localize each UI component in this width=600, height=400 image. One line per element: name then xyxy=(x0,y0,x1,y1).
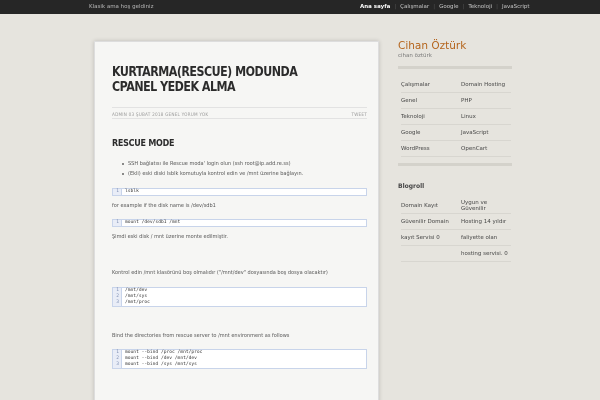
list-item: SSH bağlatısı ile Rescue moda' login olu… xyxy=(122,161,303,167)
code-block: 1 lsblk xyxy=(112,188,367,196)
blogroll-link[interactable]: Domain Kayıt xyxy=(401,203,461,209)
post-title[interactable]: KURTARMA(RESCUE) MODUNDA CPANEL YEDEK AL… xyxy=(112,65,317,95)
divider xyxy=(398,66,512,69)
category-link[interactable]: Teknoloji xyxy=(401,114,461,120)
code-line: 1 lsblk xyxy=(113,189,366,195)
category-list: Çalışmalar Domain Hosting Genel PHP Tekn… xyxy=(401,77,511,157)
blogroll-title: Blogroll xyxy=(398,183,425,190)
top-nav: Ana sayfa | Çalışmalar | Google | Teknol… xyxy=(360,4,530,10)
post-meta: ADMIN 03 ŞUBAT 2018 GENEL YORUM YOK TWEE… xyxy=(112,107,367,117)
category-link[interactable]: OpenCart xyxy=(461,146,511,152)
category-link[interactable]: Genel xyxy=(401,98,461,104)
blogroll-link[interactable]: kayıt Servisi 0 xyxy=(401,235,461,241)
nav-teknoloji[interactable]: Teknoloji xyxy=(468,4,492,10)
blogroll-link[interactable]: faliyette olan xyxy=(461,235,511,241)
divider xyxy=(398,163,512,166)
code-block: 1 mount --bind /proc /mnt/proc 2 mount --b… xyxy=(112,349,367,369)
blogroll-link[interactable]: Uygun ve Güvenilir xyxy=(461,200,511,212)
category-link[interactable]: Çalışmalar xyxy=(401,82,461,88)
nav-javascript[interactable]: JavaScript xyxy=(502,4,530,10)
list-item: Google JavaScript xyxy=(401,125,511,141)
blogroll-link[interactable]: hosting servisi. 0 xyxy=(461,251,511,257)
site-tagline: Klasik ama hoş geldiniz xyxy=(89,4,154,10)
code-line: 3 mount --bind /sys /mnt/sys xyxy=(113,362,366,368)
list-item: (Ekli) eski diski lsblk komutuyla kontro… xyxy=(122,171,303,177)
category-link[interactable]: WordPress xyxy=(401,146,461,152)
category-link[interactable]: Google xyxy=(401,130,461,136)
nav-calismalar[interactable]: Çalışmalar xyxy=(400,4,429,10)
paragraph: Şimdi eski disk / mnt üzerine monte edil… xyxy=(112,234,228,240)
list-item: Çalışmalar Domain Hosting xyxy=(401,77,511,93)
list-item: Domain Kayıt Uygun ve Güvenilir xyxy=(401,198,511,214)
section-title: RESCUE MODE xyxy=(112,138,175,149)
list-item: hosting servisi. 0 xyxy=(401,246,511,262)
post-meta-text: ADMIN 03 ŞUBAT 2018 GENEL YORUM YOK xyxy=(112,112,209,117)
divider xyxy=(112,118,367,119)
code-line: 3/mnt/proc xyxy=(113,300,366,306)
category-link[interactable]: PHP xyxy=(461,98,511,104)
tweet-button[interactable]: TWEET xyxy=(351,112,367,117)
list-item: Güvenilir Domain Hosting 14 yıldır xyxy=(401,214,511,230)
bullet-list: SSH bağlatısı ile Rescue moda' login olu… xyxy=(122,161,303,181)
site-subtitle: cihan öztürk xyxy=(398,53,432,59)
nav-home[interactable]: Ana sayfa xyxy=(360,4,390,10)
post-card: KURTARMA(RESCUE) MODUNDA CPANEL YEDEK AL… xyxy=(94,41,379,400)
code-block: 1/mnt/dev 2/mnt/sys 3/mnt/proc xyxy=(112,287,367,307)
blogroll-link[interactable]: Güvenilir Domain xyxy=(401,219,461,225)
paragraph: Kontrol edin /mnt klasörünü boş olmalıdı… xyxy=(112,270,328,276)
paragraph: Bind the directories from rescue server … xyxy=(112,333,290,339)
list-item: kayıt Servisi 0 faliyette olan xyxy=(401,230,511,246)
paragraph: for example if the disk name is /dev/sdb… xyxy=(112,203,216,209)
category-link[interactable]: JavaScript xyxy=(461,130,511,136)
blogroll-link[interactable]: Hosting 14 yıldır xyxy=(461,219,511,225)
nav-google[interactable]: Google xyxy=(439,4,458,10)
code-line: 1 mount /dev/sdb1 /mnt xyxy=(113,220,366,226)
site-title[interactable]: Cihan Öztürk xyxy=(398,40,466,52)
blogroll-list: Domain Kayıt Uygun ve Güvenilir Güvenili… xyxy=(401,198,511,262)
list-item: Genel PHP xyxy=(401,93,511,109)
top-bar: Klasik ama hoş geldiniz Ana sayfa | Çalı… xyxy=(0,0,600,14)
code-block: 1 mount /dev/sdb1 /mnt xyxy=(112,219,367,227)
category-link[interactable]: Linux xyxy=(461,114,511,120)
category-link[interactable]: Domain Hosting xyxy=(461,82,511,88)
list-item: WordPress OpenCart xyxy=(401,141,511,157)
list-item: Teknoloji Linux xyxy=(401,109,511,125)
